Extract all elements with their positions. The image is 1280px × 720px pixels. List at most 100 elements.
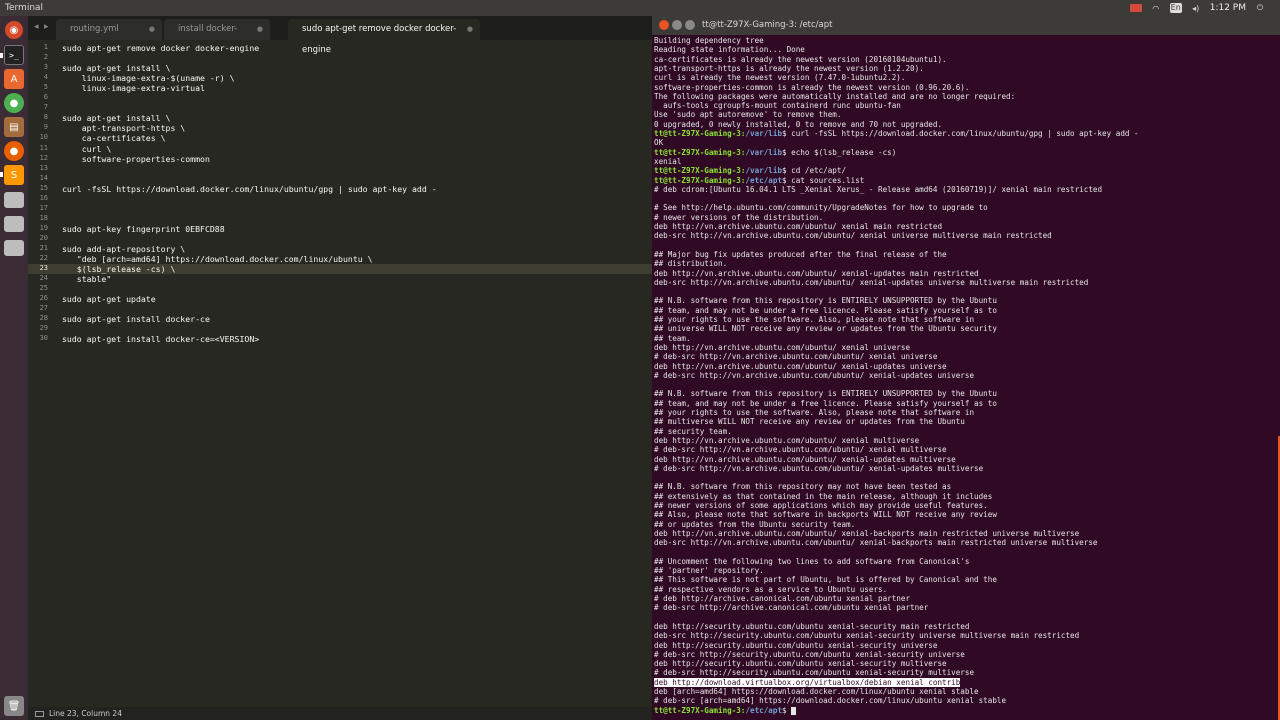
tab-close-icon[interactable]: ● [467, 19, 473, 40]
tab-close-icon[interactable]: ● [257, 19, 263, 40]
line-text: ## N.B. software from this repository ma… [654, 482, 952, 492]
line-text: deb http://vn.archive.ubuntu.com/ubuntu/… [654, 361, 947, 371]
terminal-icon[interactable]: >_ [4, 45, 24, 65]
camera-icon[interactable] [1129, 3, 1142, 13]
line-text: ## 'partner' repository. [654, 566, 764, 576]
code-line[interactable]: sudo apt-get install docker-ce=<VERSION> [62, 334, 259, 344]
terminal-output-line: # deb-src http://vn.archive.ubuntu.com/u… [654, 464, 983, 473]
tab-next-icon[interactable]: ▸ [44, 22, 49, 32]
prompt-user: tt@tt-Z97X-Gaming-3: [654, 175, 746, 185]
line-text: ## team, and may not be under a free lic… [654, 398, 997, 408]
terminal-title-bar[interactable]: tt@tt-Z97X-Gaming-3: /etc/apt [652, 16, 1280, 35]
clock[interactable]: 1:12 PM [1210, 3, 1246, 13]
minimize-icon[interactable] [672, 20, 682, 30]
line-text: ## This software is not part of Ubuntu, … [654, 575, 997, 585]
tab-install-docker-compose[interactable]: install docker-compose ● [164, 19, 270, 40]
terminal-output-line: OK [654, 138, 663, 147]
line-text: # deb-src [arch=amd64] https://download.… [654, 696, 1007, 706]
code-line[interactable]: sudo apt-get install docker-ce [62, 314, 210, 324]
line-number: 6 [43, 93, 48, 102]
tab-sudo-apt-get-remove[interactable]: sudo apt-get remove docker docker-engine… [288, 19, 480, 55]
line-text: ## universe WILL NOT receive any review … [654, 324, 997, 334]
terminal-title: tt@tt-Z97X-Gaming-3: /etc/apt [702, 20, 833, 30]
tab-routing-yml[interactable]: routing.yml ● [56, 19, 162, 40]
terminal-output-line: curl is already the newest version (7.47… [654, 73, 905, 82]
line-text: $ echo $(lsb_release -cs) [782, 147, 897, 157]
line-text: deb http://vn.archive.ubuntu.com/ubuntu/… [654, 435, 920, 445]
line-number: 27 [39, 304, 48, 313]
terminal-prompt-line: tt@tt-Z97X-Gaming-3:/var/lib$ curl -fsSL… [654, 129, 1139, 138]
sublime-text-icon[interactable]: S [4, 165, 24, 185]
tab-prev-icon[interactable]: ◂ [34, 22, 39, 32]
code-line[interactable]: ca-certificates \ [62, 133, 166, 143]
line-text: # See http://help.ubuntu.com/community/U… [654, 203, 988, 213]
line-text: # deb-src http://security.ubuntu.com/ubu… [654, 649, 965, 659]
line-number: 18 [39, 213, 48, 222]
terminal-output-line: ## universe WILL NOT receive any review … [654, 324, 997, 333]
close-icon[interactable] [659, 20, 669, 30]
terminal-output-line: ## multiverse WILL NOT receive any revie… [654, 417, 965, 426]
terminal-output-line: ## 'partner' repository. [654, 566, 764, 575]
editor-tab-bar: ◂ ▸ routing.yml ● install docker-compose… [28, 16, 652, 55]
status-bar: Line 23, Column 24 [28, 707, 652, 720]
code-line[interactable]: sudo apt-key fingerprint 0EBFCD88 [62, 224, 225, 234]
terminal-output-line: ## team. [654, 334, 691, 343]
line-text: # deb-src http://vn.archive.ubuntu.com/u… [654, 370, 975, 380]
line-number: 25 [39, 284, 48, 293]
code-line[interactable]: curl -fsSL https://download.docker.com/l… [62, 184, 437, 194]
files-icon[interactable]: ▤ [4, 117, 24, 137]
terminal-output-line: # deb-src http://vn.archive.ubuntu.com/u… [654, 371, 974, 380]
line-number: 3 [43, 63, 48, 72]
line-text: 0 upgraded, 0 newly installed, 0 to remo… [654, 119, 943, 129]
line-number: 22 [39, 254, 48, 263]
terminal-output-line: deb-src http://vn.archive.ubuntu.com/ubu… [654, 538, 1097, 547]
drive-icon[interactable] [4, 240, 24, 256]
line-text: xenial [654, 156, 682, 166]
terminal-output-line: deb http://download.virtualbox.org/virtu… [654, 677, 961, 687]
panel-toggle-icon[interactable] [35, 711, 44, 717]
line-text: deb-src http://vn.archive.ubuntu.com/ubu… [654, 231, 1052, 241]
code-line[interactable]: linux-image-extra-virtual [62, 83, 205, 93]
code-line[interactable]: linux-image-extra-$(uname -r) \ [62, 73, 235, 83]
terminal-output-line: # newer versions of the distribution. [654, 213, 823, 222]
line-text: ## Uncomment the following two lines to … [654, 556, 970, 566]
cursor-position: Line 23, Column 24 [49, 709, 122, 718]
code-line[interactable]: $(lsb_release -cs) \ [62, 264, 176, 274]
terminal-output-line: software-properties-common is already th… [654, 83, 969, 92]
software-center-icon[interactable]: A [4, 69, 24, 89]
prompt-path: /etc/apt [745, 705, 783, 715]
power-icon[interactable]: ⏻ [1254, 3, 1266, 13]
code-line[interactable]: stable" [62, 274, 112, 284]
code-line[interactable]: sudo add-apt-repository \ [62, 244, 185, 254]
drive-icon[interactable] [4, 192, 24, 208]
firefox-icon[interactable]: ● [4, 141, 24, 161]
line-text: ## respective vendors as a service to Ub… [654, 584, 888, 594]
code-line[interactable]: sudo apt-get install \ [62, 63, 170, 73]
code-line[interactable]: curl \ [62, 144, 112, 154]
code-line[interactable]: apt-transport-https \ [62, 123, 186, 133]
line-text: $ [782, 705, 792, 715]
terminal-output-line: deb-src http://security.ubuntu.com/ubunt… [654, 631, 1079, 640]
code-line[interactable]: sudo apt-get update [62, 294, 156, 304]
line-text: ## team, and may not be under a free lic… [654, 305, 997, 315]
keyboard-layout-indicator[interactable]: En [1169, 3, 1182, 13]
chrome-icon[interactable]: ● [4, 93, 24, 113]
maximize-icon[interactable] [685, 20, 695, 30]
line-number: 9 [43, 123, 48, 132]
wifi-icon[interactable]: ◠ [1150, 3, 1162, 13]
code-line[interactable]: software-properties-common [62, 154, 210, 164]
line-number: 26 [39, 294, 48, 303]
trash-icon[interactable]: 🗑 [4, 696, 24, 716]
tab-close-icon[interactable]: ● [149, 19, 155, 40]
line-text: deb http://vn.archive.ubuntu.com/ubuntu/… [654, 528, 1080, 538]
line-number: 1 [43, 43, 48, 51]
line-number: 11 [39, 143, 48, 152]
dash-icon[interactable]: ◉ [5, 21, 23, 39]
code-line[interactable]: sudo apt-get install \ [62, 113, 170, 123]
line-text: Use 'sudo apt autoremove' to remove them… [654, 110, 842, 120]
line-text: deb-src http://vn.archive.ubuntu.com/ubu… [654, 538, 1098, 548]
drive-icon[interactable] [4, 216, 24, 232]
volume-icon[interactable]: ◂) [1190, 3, 1202, 13]
code-line[interactable]: sudo apt-get remove docker docker-engine [62, 43, 259, 53]
code-line[interactable]: "deb [arch=amd64] https://download.docke… [62, 254, 373, 264]
